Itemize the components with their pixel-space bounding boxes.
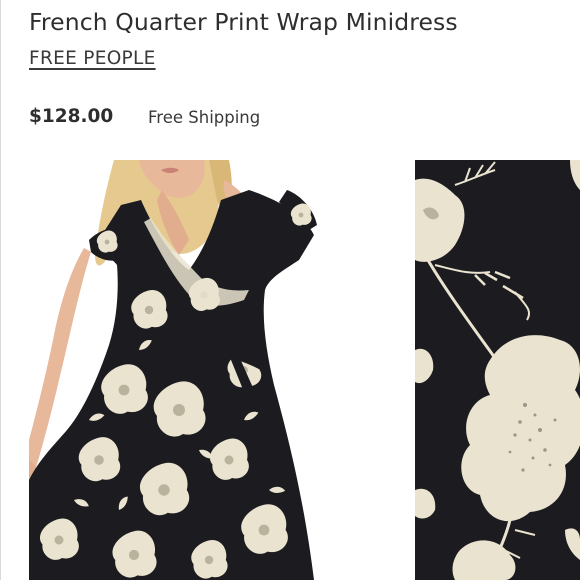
page-left-border: [0, 0, 1, 580]
shipping-info: Free Shipping: [148, 108, 261, 127]
fabric-print-illustration: [415, 160, 580, 580]
product-photo-main[interactable]: [29, 160, 329, 580]
product-title: French Quarter Print Wrap Minidress: [29, 8, 458, 36]
model-illustration: [29, 160, 317, 580]
brand-link[interactable]: FREE PEOPLE: [29, 48, 156, 69]
product-photo-detail[interactable]: [415, 160, 580, 580]
product-price: $128.00: [29, 106, 114, 127]
